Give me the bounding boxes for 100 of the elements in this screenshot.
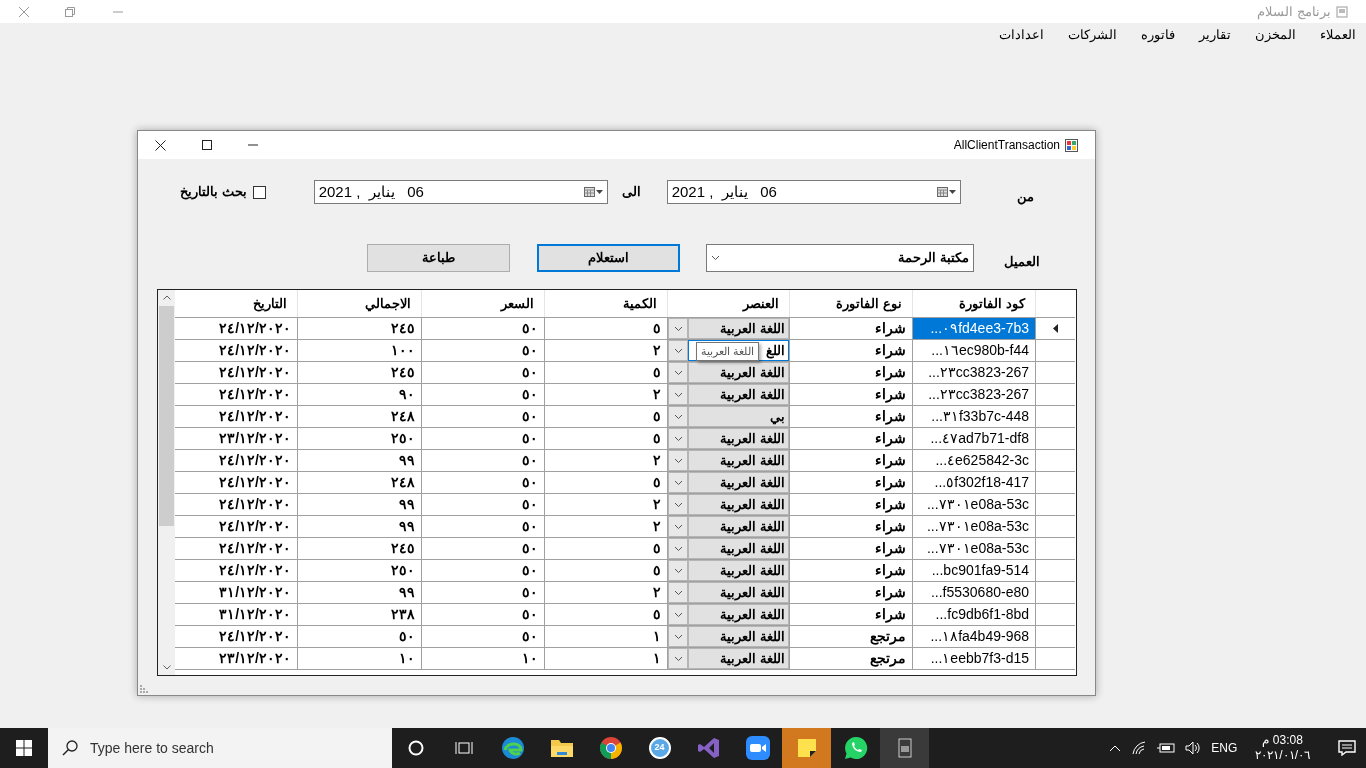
dropdown-button[interactable] — [668, 604, 688, 625]
dropdown-button[interactable] — [668, 318, 688, 339]
date-picker[interactable]: 06 يناير , 2021 — [666, 180, 961, 204]
column-header[interactable]: التاريخ — [175, 290, 298, 317]
item-combo-cell[interactable]: اللغة العربية — [688, 428, 789, 449]
table-cell: مرتجع — [790, 626, 913, 647]
item-combo-cell[interactable]: اللغة العربية — [688, 538, 789, 559]
volume-icon[interactable] — [1185, 741, 1202, 755]
item-combo-cell[interactable]: اللغة العربية — [688, 582, 789, 603]
battery-icon[interactable] — [1157, 742, 1176, 754]
dropdown-button[interactable] — [668, 450, 688, 471]
dropdown-button[interactable] — [668, 648, 688, 669]
restore-icon[interactable] — [65, 6, 75, 17]
table-cell: شراء — [790, 362, 913, 383]
table-cell: شراء — [790, 428, 913, 449]
menu-item[interactable]: المخزن — [1255, 25, 1296, 45]
item-combo-cell[interactable]: اللغة العربية — [688, 450, 789, 471]
search-by-date-checkbox[interactable] — [252, 185, 266, 199]
table-cell: شراء — [790, 406, 913, 427]
invoice-code-cell: ...bc901fa9-514 — [913, 560, 1036, 581]
clock[interactable]: 03:08 م ٢٠٢١/٠١/٠٦ — [1255, 733, 1310, 763]
invoice-code-cell: ...٣١f33b7c-448 — [913, 406, 1036, 427]
dropdown-button[interactable] — [668, 362, 688, 383]
item-combo-cell[interactable]: اللغة العربية — [688, 626, 789, 647]
menu-item[interactable]: فاتوره — [1141, 25, 1175, 45]
close-icon[interactable] — [155, 139, 166, 151]
table-cell: ٥٠ — [422, 340, 545, 361]
scroll-down-icon[interactable] — [162, 665, 171, 670]
item-combo-cell[interactable]: اللغة العربية — [688, 494, 789, 515]
chrome-icon — [598, 736, 623, 760]
invoice-code-cell: ...٢٣cc3823-267 — [913, 362, 1036, 383]
browser-swirl-icon — [500, 736, 525, 760]
column-header[interactable]: كود الفاتورة — [913, 290, 1036, 317]
visual-studio-icon — [697, 737, 720, 759]
minimize-icon[interactable] — [113, 10, 123, 13]
dropdown-button[interactable] — [668, 340, 688, 361]
menu-item[interactable]: العملاء — [1320, 25, 1356, 45]
column-header[interactable]: الكمية — [545, 290, 668, 317]
dropdown-button[interactable] — [668, 494, 688, 515]
dropdown-button[interactable] — [668, 538, 688, 559]
notification-icon[interactable] — [1338, 740, 1356, 756]
item-combo-cell[interactable]: اللغة العربية — [688, 516, 789, 537]
language-indicator[interactable]: ENG — [1211, 739, 1238, 757]
item-combo-cell[interactable]: اللغة العربية — [688, 362, 789, 383]
menu-item[interactable]: الشركات — [1068, 25, 1117, 45]
invoice-code-cell: ...٧٣٠١e08a-53c — [913, 516, 1036, 537]
table-cell: ٥٠ — [422, 560, 545, 581]
calendar-app-badge: 24 — [648, 737, 671, 759]
item-combo-cell[interactable]: اللغة العربية — [688, 384, 789, 405]
dropdown-button[interactable] — [668, 406, 688, 427]
table-cell: ٢٥٠ — [298, 428, 422, 449]
wifi-icon[interactable] — [1131, 741, 1148, 755]
vertical-scrollbar[interactable] — [158, 290, 175, 675]
client-dropdown[interactable]: مكتبة الرحمة — [706, 244, 974, 272]
table-cell: ٥٠ — [422, 626, 545, 647]
menu-item[interactable]: اعدادات — [999, 25, 1044, 45]
tooltip: اللغة العربية — [696, 342, 760, 361]
print-button[interactable]: طباعة — [367, 244, 510, 272]
dropdown-button[interactable] — [668, 516, 688, 537]
menu-item[interactable]: تقارير — [1199, 25, 1231, 45]
dropdown-button[interactable] — [668, 384, 688, 405]
column-header[interactable]: السعر — [422, 290, 545, 317]
item-combo-cell[interactable]: اللغة العربية — [688, 318, 789, 339]
chevron-up-icon[interactable] — [1109, 744, 1122, 752]
scrollbar-thumb[interactable] — [159, 306, 174, 526]
query-button[interactable]: استعلام — [537, 244, 680, 272]
item-combo-cell[interactable]: اللغة العربية — [688, 560, 789, 581]
maximize-icon[interactable] — [202, 140, 212, 150]
item-combo-cell[interactable]: اللغة العربية — [688, 472, 789, 493]
dropdown-button[interactable] — [668, 472, 688, 493]
table-cell: شراء — [790, 516, 913, 537]
column-header[interactable]: نوع الفاتورة — [790, 290, 913, 317]
table-cell: ١٠٠ — [298, 340, 422, 361]
circle-icon — [408, 740, 424, 756]
table-cell: ٥٠ — [422, 582, 545, 603]
item-combo-cell[interactable]: اللغة العربية — [688, 604, 789, 625]
item-combo-cell[interactable]: اللغة العربية — [688, 648, 789, 669]
dropdown-button[interactable] — [668, 626, 688, 647]
scroll-up-icon[interactable] — [162, 295, 171, 300]
dropdown-button[interactable] — [668, 582, 688, 603]
video-camera-icon — [745, 736, 770, 760]
item-combo-cell[interactable]: بي — [688, 406, 789, 427]
printer-app-icon — [896, 738, 913, 758]
taskbar-search-field[interactable]: Type here to search — [48, 728, 392, 768]
table-cell: ٢٤/١٢/٢٠٢٠ — [175, 516, 298, 537]
calendar-icon — [583, 187, 595, 197]
table-cell: ٩٩ — [298, 582, 422, 603]
dropdown-button[interactable] — [668, 560, 688, 581]
folder-icon — [549, 738, 574, 758]
table-cell: ٢٤٨ — [298, 472, 422, 493]
sticky-note-icon — [796, 738, 817, 758]
dropdown-button[interactable] — [668, 428, 688, 449]
current-row-icon — [1053, 324, 1058, 333]
column-header[interactable]: العنصر — [668, 290, 790, 317]
table-cell: ٢٤٥ — [298, 538, 422, 559]
date-picker[interactable]: 06 يناير , 2021 — [313, 180, 608, 204]
resize-grip-icon — [140, 685, 148, 693]
table-cell: ٢٣٨ — [298, 604, 422, 625]
table-cell: ٥٠ — [298, 626, 422, 647]
column-header[interactable]: الاجمالي — [298, 290, 422, 317]
